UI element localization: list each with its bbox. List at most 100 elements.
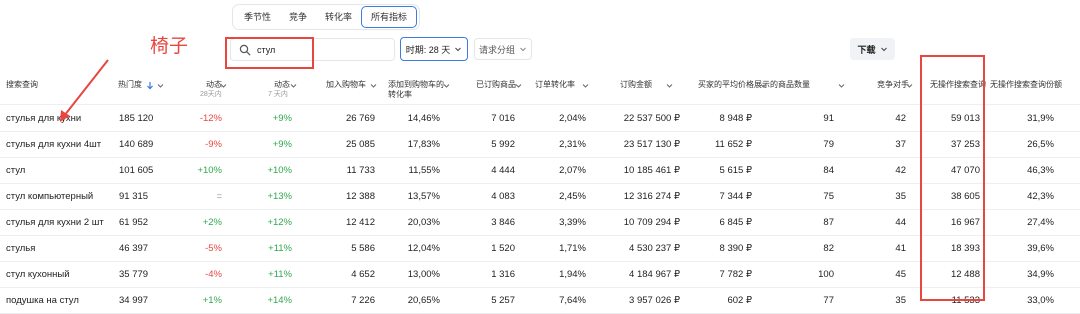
period-label: 时期: 28 天 (405, 44, 451, 55)
tab-seasonality[interactable]: 季节性 (235, 7, 280, 27)
chevron-down-icon[interactable] (290, 82, 297, 89)
cell-no-action-share: 46,3% (1027, 165, 1054, 176)
cell-cart: 12 412 (345, 217, 375, 228)
cell-cart: 7 226 (351, 295, 375, 306)
cell-avg-price: 602 ₽ (727, 295, 752, 306)
download-button[interactable]: 下载 (850, 38, 895, 60)
chevron-down-icon[interactable] (370, 82, 377, 89)
cell-shown: 91 (823, 113, 834, 124)
cell-popularity: 185 120 (119, 113, 154, 124)
chevron-down-icon[interactable] (582, 82, 589, 89)
cell-cart-conv: 12,04% (407, 243, 440, 254)
cell-competitors: 45 (895, 269, 906, 280)
cell-competitors: 35 (895, 191, 906, 202)
tab-competition[interactable]: 竞争 (280, 7, 316, 27)
cell-avg-price: 11 652 ₽ (714, 139, 752, 150)
cell-competitors: 44 (895, 217, 906, 228)
cell-shown: 84 (823, 165, 834, 176)
cell-query: стул компьютерный (6, 191, 94, 202)
cell-order-sum: 4 184 967 ₽ (629, 269, 680, 280)
cell-no-action-share: 31,9% (1027, 113, 1054, 124)
cell-query: стул (6, 165, 26, 176)
cell-shown: 79 (823, 139, 834, 150)
cell-query: стулья для кухни (6, 113, 82, 124)
column-header[interactable]: 订单转化率 (535, 80, 615, 90)
cell-dyn7: +14% (267, 295, 292, 306)
sort-descending-icon[interactable] (146, 81, 154, 90)
chevron-down-icon (520, 47, 526, 52)
cell-no-action-share: 39,6% (1027, 243, 1054, 254)
grouping-select[interactable]: 请求分组 (474, 38, 532, 60)
cell-ordered: 7 016 (491, 113, 515, 124)
cell-order-conv: 1,94% (559, 269, 586, 280)
cell-ordered: 4 444 (491, 165, 515, 176)
cell-ordered: 5 992 (491, 139, 515, 150)
chevron-down-icon[interactable] (906, 82, 913, 89)
cell-dyn7: +9% (272, 139, 292, 150)
cell-dyn7: +11% (268, 269, 292, 280)
column-header[interactable]: 无操作搜索查询份额 (990, 80, 1080, 90)
cell-ordered: 1 520 (491, 243, 515, 254)
cell-popularity: 140 689 (119, 139, 154, 150)
tab-conversion[interactable]: 转化率 (316, 7, 361, 27)
cell-dyn28: = (216, 191, 222, 202)
cell-avg-price: 7 782 ₽ (719, 269, 752, 280)
chevron-down-icon[interactable] (220, 82, 227, 89)
column-subheader: 28天内 (200, 91, 222, 98)
chevron-down-icon[interactable] (515, 82, 522, 89)
cell-dyn28: +1% (202, 295, 222, 306)
cell-dyn7: +12% (267, 217, 292, 228)
annotation-label: 椅子 (150, 35, 189, 57)
cell-popularity: 91 315 (119, 191, 149, 202)
cell-query: стул кухонный (6, 269, 70, 280)
cell-query: стулья для кухни 4шт (6, 139, 102, 150)
tab-all-metrics[interactable]: 所有指标 (361, 6, 418, 28)
column-header[interactable]: 添加到购物车的转化率 (388, 80, 448, 100)
column-header[interactable]: 搜索查询 (6, 80, 86, 90)
cell-competitors: 42 (895, 113, 906, 124)
cell-query: стулья (6, 243, 36, 254)
cell-cart-conv: 14,46% (407, 113, 440, 124)
cell-order-sum: 4 530 237 ₽ (629, 243, 680, 254)
cell-cart-conv: 13,57% (407, 191, 440, 202)
cell-competitors: 42 (895, 165, 906, 176)
period-select[interactable]: 时期: 28 天 (400, 37, 468, 61)
cell-dyn7: +10% (267, 165, 292, 176)
cell-cart: 25 085 (345, 139, 375, 150)
cell-cart: 4 652 (351, 269, 375, 280)
chevron-down-icon[interactable] (157, 82, 164, 89)
cell-no-action-share: 42,3% (1027, 191, 1054, 202)
cell-cart-conv: 13,00% (407, 269, 440, 280)
cell-avg-price: 8 948 ₽ (719, 113, 752, 124)
cell-order-conv: 2,31% (559, 139, 586, 150)
chevron-down-icon (880, 47, 887, 52)
column-header[interactable]: 订购金额 (620, 80, 700, 90)
cell-order-sum: 10 185 461 ₽ (623, 165, 680, 176)
cell-cart-conv: 20,65% (407, 295, 440, 306)
chevron-down-icon[interactable] (838, 82, 845, 89)
cell-competitors: 41 (895, 243, 906, 254)
cell-order-sum: 22 537 500 ₽ (623, 113, 680, 124)
cell-avg-price: 7 344 ₽ (719, 191, 752, 202)
cell-no-action-share: 27,4% (1027, 217, 1054, 228)
cell-order-conv: 1,71% (559, 243, 586, 254)
cell-dyn7: +11% (268, 243, 292, 254)
cell-shown: 82 (823, 243, 834, 254)
cell-order-conv: 2,07% (559, 165, 586, 176)
cell-cart: 5 586 (351, 243, 375, 254)
grouping-label: 请求分组 (478, 44, 515, 55)
cell-order-conv: 2,04% (559, 113, 586, 124)
cell-cart: 12 388 (345, 191, 375, 202)
cell-order-conv: 7,64% (559, 295, 586, 306)
cell-order-sum: 3 957 026 ₽ (629, 295, 680, 306)
cell-cart: 26 769 (345, 113, 375, 124)
cell-popularity: 61 952 (119, 217, 149, 228)
chevron-down-icon[interactable] (760, 82, 767, 89)
cell-no-action-share: 34,9% (1027, 269, 1054, 280)
chevron-down-icon[interactable] (443, 82, 450, 89)
cell-competitors: 37 (895, 139, 906, 150)
metric-tabs: 季节性 竞争 转化率 所有指标 (232, 4, 421, 30)
cell-dyn28: -9% (205, 139, 222, 150)
chevron-down-icon[interactable] (666, 82, 673, 89)
cell-avg-price: 6 845 ₽ (719, 217, 752, 228)
